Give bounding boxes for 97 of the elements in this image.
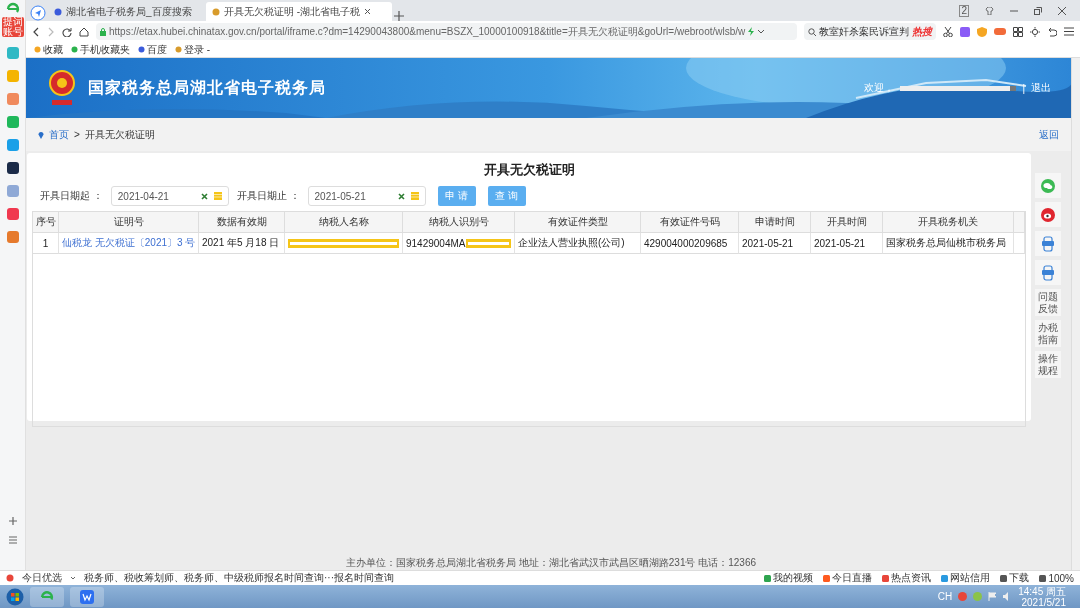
page-title: 开具无欠税证明 xyxy=(482,161,576,179)
status-link[interactable]: 我的视频 xyxy=(773,571,814,585)
tab-favicon-icon xyxy=(212,7,220,16)
start-icon[interactable] xyxy=(6,587,24,606)
column-header: 纳税人名称 xyxy=(285,212,403,233)
status-link[interactable]: 100% xyxy=(1048,572,1074,584)
shirt-icon[interactable] xyxy=(985,6,994,15)
column-header: 申请时间 xyxy=(739,212,811,233)
breadcrumb-separator: > xyxy=(74,129,80,140)
scrollbar[interactable] xyxy=(1071,58,1080,570)
site-title: 国家税务总局湖北省电子税务局 xyxy=(88,77,326,98)
tab-title: 湖北省电子税务局_百度搜索 xyxy=(66,4,192,19)
scissors-icon[interactable] xyxy=(943,26,953,37)
chevron-down-icon[interactable] xyxy=(70,575,76,581)
table-cell: 企业法人营业执照(公司) xyxy=(515,233,641,254)
add-icon[interactable] xyxy=(7,516,18,526)
column-header: 有效证件类型 xyxy=(515,212,641,233)
table-cell: 91429004MA xyxy=(403,233,515,254)
sun-icon[interactable] xyxy=(1030,26,1040,37)
address-bar[interactable]: https://etax.hubei.chinatax.gov.cn/portal/iframe.c?dm=14290043800&menu=BSZX_10000100918&title=开具无欠税证明&goUrl=/webroot/wlsb/w xyxy=(96,23,797,40)
separator-text: | xyxy=(1022,82,1025,94)
table-cell: 2021-05-21 xyxy=(739,233,811,254)
shield-icon[interactable] xyxy=(977,26,987,37)
lock-icon xyxy=(100,27,106,36)
status-icon xyxy=(823,574,831,582)
status-icon xyxy=(764,574,772,582)
status-icon xyxy=(1000,574,1008,582)
pin-icon xyxy=(38,130,44,139)
side-link[interactable]: 操作规程 xyxy=(1035,351,1061,378)
chevron-down-icon[interactable] xyxy=(757,28,766,35)
table-cell: 2021 年5 月18 日 xyxy=(199,233,285,254)
clear-icon[interactable] xyxy=(397,192,405,200)
account-badge[interactable]: 提词账号 xyxy=(1,17,24,37)
date-field[interactable]: 2021-04-21 xyxy=(110,186,229,206)
certificate-link[interactable]: 仙税龙 无欠税证〔2021〕3 号 xyxy=(59,233,199,254)
status-link[interactable]: 今日优选 xyxy=(22,571,62,585)
office-icon[interactable] xyxy=(80,589,94,604)
chat-icon[interactable] xyxy=(1041,178,1055,193)
status-icon xyxy=(882,574,890,582)
footer-text: 主办单位：国家税务总局湖北省税务局 地址：湖北省武汉市武昌区晒湖路231号 电话：12366 xyxy=(346,556,757,570)
tab-title: 开具无欠税证明 -湖北省电子税 xyxy=(224,4,361,19)
new-tab-icon[interactable] xyxy=(394,11,404,21)
browser-tab[interactable]: 湖北省电子税务局_百度搜索 xyxy=(48,2,204,21)
column-header: 序号 xyxy=(33,212,59,233)
status-icon xyxy=(1039,574,1047,582)
table-cell: 国家税务总局仙桃市税务局 xyxy=(883,233,1014,254)
column-header: 开具税务机关 xyxy=(883,212,1014,233)
search-field[interactable]: 教室奸杀案民诉宣判 热搜 xyxy=(804,23,936,40)
bookmark-link[interactable]: 手机收藏夹 xyxy=(80,42,130,57)
status-icon xyxy=(941,574,949,582)
app-icon[interactable] xyxy=(5,161,20,175)
bookmark-link[interactable]: 收藏 xyxy=(43,42,63,57)
home-link[interactable]: 首页 xyxy=(49,127,69,142)
forward-icon[interactable] xyxy=(47,26,55,37)
eye-icon[interactable] xyxy=(1041,207,1055,222)
menu-icon[interactable] xyxy=(1064,27,1074,36)
field-label: 开具日期起 ： xyxy=(40,189,103,203)
status-link[interactable]: 热点资讯 xyxy=(891,571,932,585)
search-icon xyxy=(808,27,816,36)
tab-favicon-icon xyxy=(54,7,62,16)
date-field[interactable]: 2021-05-21 xyxy=(307,186,426,206)
bookmark-link[interactable]: 登录 - xyxy=(184,42,211,57)
reload-icon[interactable] xyxy=(62,26,72,37)
column-header: 证明号 xyxy=(59,212,199,233)
column-header: 开具时间 xyxy=(811,212,883,233)
grid-icon[interactable] xyxy=(1013,26,1023,37)
clear-icon[interactable] xyxy=(200,192,208,200)
side-link[interactable]: 问题反馈 xyxy=(1035,289,1061,316)
undo-icon[interactable] xyxy=(1047,26,1057,37)
welcome-text: 欢迎， xyxy=(864,81,895,95)
status-link[interactable]: 网站信用 xyxy=(950,571,991,585)
breadcrumb-current: 开具无欠税证明 xyxy=(84,127,155,142)
table-cell: 2021-05-21 xyxy=(811,233,883,254)
status-link[interactable]: 今日直播 xyxy=(832,571,873,585)
tab-count[interactable]: 2 xyxy=(959,4,969,17)
bookmark-link[interactable]: 百度 xyxy=(147,42,167,57)
column-header: 纳税人识别号 xyxy=(403,212,515,233)
clock-time: 14:45 周五 xyxy=(1018,585,1066,597)
news-ticker[interactable]: 税务师、税收筹划师、税务师、中级税师报名时间查询···报名时间查询 xyxy=(84,571,394,585)
logout-link[interactable]: 退出 xyxy=(1031,81,1051,95)
field-label: 开具日期止 ： xyxy=(236,189,300,203)
home-icon[interactable] xyxy=(79,26,89,37)
clock-date: 2021/5/21 xyxy=(1021,596,1066,608)
back-icon[interactable] xyxy=(32,26,40,37)
restore-icon[interactable] xyxy=(1034,6,1042,15)
browser-tab[interactable]: 开具无欠税证明 -湖北省电子税 xyxy=(206,2,392,21)
column-header: 有效证件号码 xyxy=(641,212,739,233)
flag-icon[interactable] xyxy=(988,592,998,601)
navigate-icon[interactable] xyxy=(30,5,46,21)
close-icon[interactable] xyxy=(1058,6,1066,15)
status-link[interactable]: 下载 xyxy=(1009,571,1030,585)
table-cell: 1 xyxy=(33,233,59,254)
close-icon[interactable] xyxy=(364,8,372,15)
column-header: 数据有效期 xyxy=(199,212,285,233)
table-cell: 429004000209685 xyxy=(641,233,739,254)
side-link[interactable]: 办税指南 xyxy=(1035,320,1061,347)
back-link[interactable]: 返回 xyxy=(1039,127,1059,142)
